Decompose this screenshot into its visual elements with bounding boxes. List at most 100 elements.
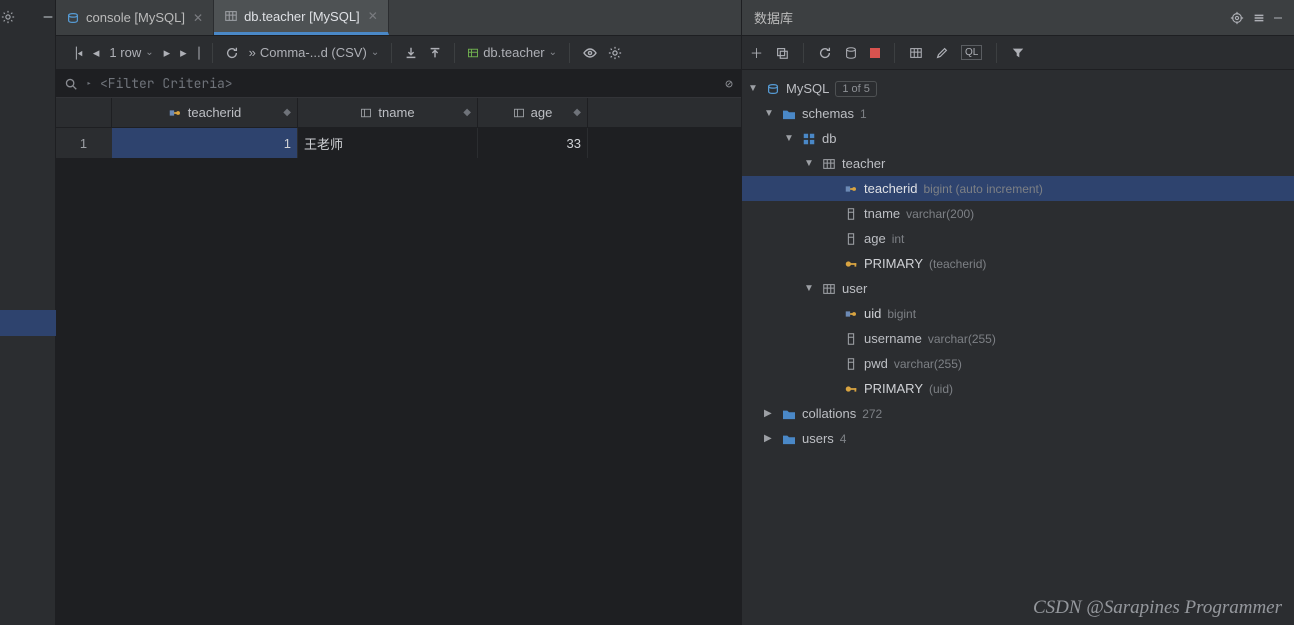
tab-teacher[interactable]: db.teacher [MySQL] ✕ <box>214 0 389 35</box>
result-grid: teacherid ◆ tname ◆ age ◆ 1 1 王老师 <box>56 98 741 625</box>
overflow-icon: » <box>249 45 256 60</box>
filter-button[interactable] <box>1011 46 1025 60</box>
database-pane-header: 数据库 ⎯ <box>742 0 1294 36</box>
schema-dropdown[interactable]: db.teacher ⌄ <box>467 45 557 60</box>
tab-bar: console [MySQL] ✕ db.teacher [MySQL] ✕ <box>56 0 741 36</box>
refresh-button[interactable] <box>818 46 832 60</box>
column-type: varchar(255) <box>928 332 996 346</box>
column-name: tname <box>378 105 414 120</box>
query-console-button[interactable]: QL <box>961 45 982 60</box>
tree-node-schemas[interactable]: ▼ schemas 1 <box>742 101 1294 126</box>
tree-node-column-username[interactable]: username varchar(255) <box>742 326 1294 351</box>
db-console-icon <box>66 11 80 25</box>
column-name: age <box>864 231 886 246</box>
row-number: 1 <box>56 128 112 158</box>
tree-node-user[interactable]: ▼ user <box>742 276 1294 301</box>
column-name: teacherid <box>188 105 241 120</box>
left-tool-gutter <box>0 0 56 625</box>
column-header-age[interactable]: age ◆ <box>478 98 588 127</box>
key-icon <box>844 382 858 396</box>
tree-node-users[interactable]: ▶ users 4 <box>742 426 1294 451</box>
edit-button[interactable] <box>935 46 949 60</box>
table-view-button[interactable] <box>909 46 923 60</box>
column-name: username <box>864 331 922 346</box>
chevron-down-icon: ⌄ <box>549 47 557 58</box>
settings-button[interactable] <box>608 46 622 60</box>
hide-pane-icon[interactable]: ⎯ <box>1274 9 1282 27</box>
tree-node-column-tname[interactable]: tname varchar(200) <box>742 201 1294 226</box>
chevron-down-icon: ⌄ <box>371 47 379 58</box>
column-icon <box>844 207 858 221</box>
first-page-button[interactable]: ⎹◂ <box>64 45 83 61</box>
export-format-dropdown[interactable]: » Comma-...d (CSV) ⌄ <box>249 45 380 60</box>
column-icon <box>360 107 372 119</box>
tree-node-column-uid[interactable]: uid bigint <box>742 301 1294 326</box>
column-header-tname[interactable]: tname ◆ <box>298 98 478 127</box>
column-name: pwd <box>864 356 888 371</box>
target-icon[interactable] <box>1230 11 1244 25</box>
tree-node-teacher[interactable]: ▼ teacher <box>742 151 1294 176</box>
add-datasource-button[interactable]: ＋ <box>750 43 763 62</box>
key-icon <box>844 257 858 271</box>
node-label: collations <box>802 406 856 421</box>
stop-button[interactable] <box>870 48 880 58</box>
prev-page-button[interactable]: ◂ <box>93 45 100 61</box>
result-toolbar: ⎹◂ ◂ 1 row ⌄ ▸ ▸⎹ » Comma-...d (CSV) ⌄ <box>56 36 741 70</box>
node-label: teacher <box>842 156 885 171</box>
column-icon <box>844 357 858 371</box>
stop-icon <box>870 48 880 58</box>
cancel-filter-icon[interactable]: ⊘ <box>725 75 733 92</box>
upload-button[interactable] <box>428 46 442 60</box>
tree-node-mysql[interactable]: ▼ MySQL 1 of 5 <box>742 76 1294 101</box>
grid-header: teacherid ◆ tname ◆ age ◆ <box>56 98 741 128</box>
next-page-button[interactable]: ▸ <box>164 45 171 61</box>
tree-node-pk-user[interactable]: PRIMARY (uid) <box>742 376 1294 401</box>
node-label: db <box>822 131 836 146</box>
gear-icon[interactable] <box>0 4 21 33</box>
chevron-right-icon: ▶ <box>764 408 776 419</box>
row-number-header[interactable] <box>56 98 112 127</box>
cell-tname[interactable]: 王老师 <box>298 128 478 158</box>
tree-node-column-teacherid[interactable]: teacherid bigint (auto increment) <box>742 176 1294 201</box>
schema-label: db.teacher <box>483 45 544 60</box>
filter-arrow-icon: ▸ <box>86 77 92 90</box>
column-header-teacherid[interactable]: teacherid ◆ <box>112 98 298 127</box>
node-count: 1 <box>860 107 867 121</box>
cell-teacherid[interactable]: 1 <box>112 128 298 158</box>
reload-button[interactable] <box>225 46 239 60</box>
duplicate-button[interactable] <box>775 46 789 60</box>
node-label: MySQL <box>786 81 829 96</box>
sort-icon: ◆ <box>573 107 581 118</box>
tab-console[interactable]: console [MySQL] ✕ <box>56 0 214 35</box>
column-name: age <box>531 105 553 120</box>
pk-column-icon <box>844 307 858 321</box>
folder-icon <box>782 408 796 420</box>
pk-label: PRIMARY <box>864 256 923 271</box>
close-icon[interactable]: ✕ <box>366 9 378 23</box>
filter-row[interactable]: ▸ <Filter Criteria> ⊘ <box>56 70 741 98</box>
column-name: tname <box>864 206 900 221</box>
tree-node-db[interactable]: ▼ db <box>742 126 1294 151</box>
tree-node-pk-teacher[interactable]: PRIMARY (teacherid) <box>742 251 1294 276</box>
chevron-down-icon: ▼ <box>804 283 816 294</box>
download-button[interactable] <box>404 46 418 60</box>
view-mode-button[interactable] <box>582 46 598 60</box>
node-count: 272 <box>862 407 882 421</box>
cell-age[interactable]: 33 <box>478 128 588 158</box>
filter-placeholder: <Filter Criteria> <box>100 75 233 92</box>
row-count-dropdown[interactable]: 1 row ⌄ <box>109 45 153 60</box>
node-label: user <box>842 281 867 296</box>
node-count: 4 <box>840 432 847 446</box>
tree-node-column-pwd[interactable]: pwd varchar(255) <box>742 351 1294 376</box>
close-icon[interactable]: ✕ <box>191 11 203 25</box>
datasource-properties-button[interactable] <box>844 46 858 60</box>
tree-node-column-age[interactable]: age int <box>742 226 1294 251</box>
tree-node-collations[interactable]: ▶ collations 272 <box>742 401 1294 426</box>
last-page-button[interactable]: ▸⎹ <box>180 45 200 61</box>
table-row[interactable]: 1 1 王老师 33 <box>56 128 741 158</box>
column-type: bigint <box>887 307 916 321</box>
collapse-icon[interactable] <box>1252 11 1266 25</box>
column-type: bigint (auto increment) <box>923 182 1042 196</box>
table-icon <box>224 9 238 23</box>
database-pane: 数据库 ⎯ ＋ QL <box>742 0 1294 625</box>
